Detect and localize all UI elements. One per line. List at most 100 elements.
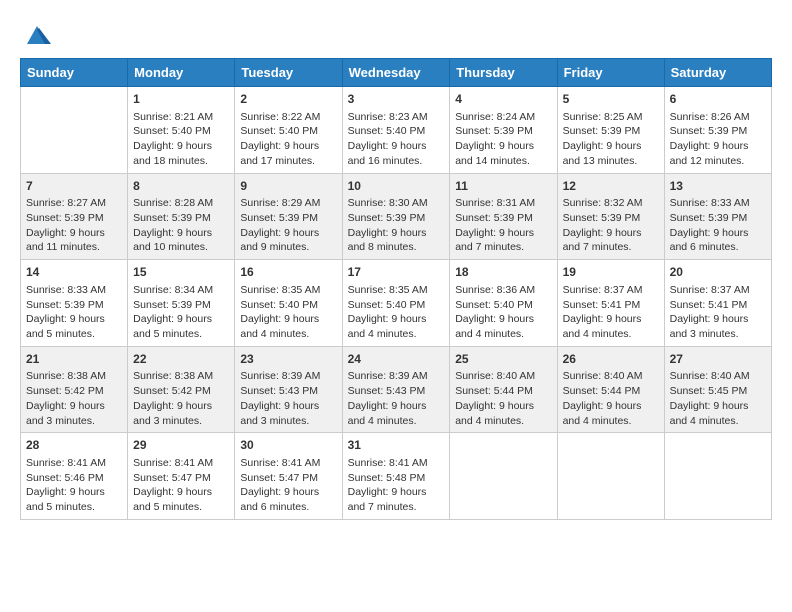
day-number: 12 xyxy=(563,178,659,195)
daylight: Daylight: 9 hours and 4 minutes. xyxy=(563,400,642,427)
sunrise: Sunrise: 8:31 AM xyxy=(455,197,535,209)
calendar-cell: 17Sunrise: 8:35 AMSunset: 5:40 PMDayligh… xyxy=(342,260,450,347)
sunrise: Sunrise: 8:24 AM xyxy=(455,111,535,123)
sunset: Sunset: 5:39 PM xyxy=(133,299,211,311)
calendar-cell: 9Sunrise: 8:29 AMSunset: 5:39 PMDaylight… xyxy=(235,173,342,260)
calendar-cell: 10Sunrise: 8:30 AMSunset: 5:39 PMDayligh… xyxy=(342,173,450,260)
calendar-cell: 15Sunrise: 8:34 AMSunset: 5:39 PMDayligh… xyxy=(128,260,235,347)
calendar-cell: 24Sunrise: 8:39 AMSunset: 5:43 PMDayligh… xyxy=(342,346,450,433)
sunrise: Sunrise: 8:41 AM xyxy=(348,457,428,469)
sunset: Sunset: 5:39 PM xyxy=(455,212,533,224)
sunrise: Sunrise: 8:32 AM xyxy=(563,197,643,209)
day-number: 10 xyxy=(348,178,445,195)
sunset: Sunset: 5:39 PM xyxy=(455,125,533,137)
sunset: Sunset: 5:41 PM xyxy=(670,299,748,311)
calendar-week-row: 14Sunrise: 8:33 AMSunset: 5:39 PMDayligh… xyxy=(21,260,772,347)
sunset: Sunset: 5:39 PM xyxy=(563,125,641,137)
header-sunday: Sunday xyxy=(21,59,128,87)
day-number: 25 xyxy=(455,351,551,368)
sunrise: Sunrise: 8:39 AM xyxy=(348,370,428,382)
sunrise: Sunrise: 8:41 AM xyxy=(26,457,106,469)
sunset: Sunset: 5:40 PM xyxy=(455,299,533,311)
day-number: 27 xyxy=(670,351,766,368)
calendar-cell: 5Sunrise: 8:25 AMSunset: 5:39 PMDaylight… xyxy=(557,87,664,174)
sunrise: Sunrise: 8:29 AM xyxy=(240,197,320,209)
logo-icon xyxy=(23,20,51,48)
logo-general xyxy=(20,20,51,48)
daylight: Daylight: 9 hours and 7 minutes. xyxy=(563,227,642,254)
page-header xyxy=(20,16,772,48)
sunset: Sunset: 5:42 PM xyxy=(26,385,104,397)
day-number: 5 xyxy=(563,91,659,108)
calendar-cell: 1Sunrise: 8:21 AMSunset: 5:40 PMDaylight… xyxy=(128,87,235,174)
sunset: Sunset: 5:39 PM xyxy=(240,212,318,224)
calendar-cell: 14Sunrise: 8:33 AMSunset: 5:39 PMDayligh… xyxy=(21,260,128,347)
day-number: 2 xyxy=(240,91,336,108)
daylight: Daylight: 9 hours and 12 minutes. xyxy=(670,140,749,167)
calendar-cell: 25Sunrise: 8:40 AMSunset: 5:44 PMDayligh… xyxy=(450,346,557,433)
day-number: 11 xyxy=(455,178,551,195)
calendar-cell: 30Sunrise: 8:41 AMSunset: 5:47 PMDayligh… xyxy=(235,433,342,520)
sunrise: Sunrise: 8:33 AM xyxy=(670,197,750,209)
sunrise: Sunrise: 8:35 AM xyxy=(240,284,320,296)
calendar-week-row: 28Sunrise: 8:41 AMSunset: 5:46 PMDayligh… xyxy=(21,433,772,520)
calendar-cell: 18Sunrise: 8:36 AMSunset: 5:40 PMDayligh… xyxy=(450,260,557,347)
daylight: Daylight: 9 hours and 4 minutes. xyxy=(455,313,534,340)
header-tuesday: Tuesday xyxy=(235,59,342,87)
header-saturday: Saturday xyxy=(664,59,771,87)
sunset: Sunset: 5:42 PM xyxy=(133,385,211,397)
day-number: 19 xyxy=(563,264,659,281)
sunrise: Sunrise: 8:22 AM xyxy=(240,111,320,123)
sunset: Sunset: 5:40 PM xyxy=(133,125,211,137)
sunrise: Sunrise: 8:40 AM xyxy=(563,370,643,382)
daylight: Daylight: 9 hours and 7 minutes. xyxy=(455,227,534,254)
day-number: 30 xyxy=(240,437,336,454)
calendar-cell: 3Sunrise: 8:23 AMSunset: 5:40 PMDaylight… xyxy=(342,87,450,174)
day-number: 8 xyxy=(133,178,229,195)
day-number: 18 xyxy=(455,264,551,281)
calendar-cell: 21Sunrise: 8:38 AMSunset: 5:42 PMDayligh… xyxy=(21,346,128,433)
sunrise: Sunrise: 8:39 AM xyxy=(240,370,320,382)
calendar: SundayMondayTuesdayWednesdayThursdayFrid… xyxy=(20,58,772,520)
sunrise: Sunrise: 8:35 AM xyxy=(348,284,428,296)
sunrise: Sunrise: 8:25 AM xyxy=(563,111,643,123)
calendar-cell: 29Sunrise: 8:41 AMSunset: 5:47 PMDayligh… xyxy=(128,433,235,520)
calendar-cell: 6Sunrise: 8:26 AMSunset: 5:39 PMDaylight… xyxy=(664,87,771,174)
calendar-cell xyxy=(21,87,128,174)
day-number: 1 xyxy=(133,91,229,108)
sunset: Sunset: 5:43 PM xyxy=(348,385,426,397)
day-number: 15 xyxy=(133,264,229,281)
sunrise: Sunrise: 8:28 AM xyxy=(133,197,213,209)
day-number: 20 xyxy=(670,264,766,281)
sunrise: Sunrise: 8:37 AM xyxy=(670,284,750,296)
daylight: Daylight: 9 hours and 10 minutes. xyxy=(133,227,212,254)
day-number: 13 xyxy=(670,178,766,195)
sunrise: Sunrise: 8:38 AM xyxy=(133,370,213,382)
daylight: Daylight: 9 hours and 7 minutes. xyxy=(348,486,427,513)
day-number: 29 xyxy=(133,437,229,454)
sunset: Sunset: 5:44 PM xyxy=(563,385,641,397)
calendar-cell: 2Sunrise: 8:22 AMSunset: 5:40 PMDaylight… xyxy=(235,87,342,174)
sunset: Sunset: 5:40 PM xyxy=(348,125,426,137)
calendar-cell: 22Sunrise: 8:38 AMSunset: 5:42 PMDayligh… xyxy=(128,346,235,433)
sunset: Sunset: 5:43 PM xyxy=(240,385,318,397)
day-number: 17 xyxy=(348,264,445,281)
daylight: Daylight: 9 hours and 16 minutes. xyxy=(348,140,427,167)
daylight: Daylight: 9 hours and 5 minutes. xyxy=(26,486,105,513)
calendar-cell: 20Sunrise: 8:37 AMSunset: 5:41 PMDayligh… xyxy=(664,260,771,347)
calendar-cell: 8Sunrise: 8:28 AMSunset: 5:39 PMDaylight… xyxy=(128,173,235,260)
daylight: Daylight: 9 hours and 5 minutes. xyxy=(133,313,212,340)
sunrise: Sunrise: 8:26 AM xyxy=(670,111,750,123)
daylight: Daylight: 9 hours and 4 minutes. xyxy=(455,400,534,427)
day-number: 21 xyxy=(26,351,122,368)
day-number: 9 xyxy=(240,178,336,195)
sunset: Sunset: 5:39 PM xyxy=(26,212,104,224)
sunset: Sunset: 5:40 PM xyxy=(240,125,318,137)
day-number: 28 xyxy=(26,437,122,454)
calendar-cell xyxy=(664,433,771,520)
calendar-cell: 23Sunrise: 8:39 AMSunset: 5:43 PMDayligh… xyxy=(235,346,342,433)
day-number: 31 xyxy=(348,437,445,454)
calendar-week-row: 7Sunrise: 8:27 AMSunset: 5:39 PMDaylight… xyxy=(21,173,772,260)
daylight: Daylight: 9 hours and 5 minutes. xyxy=(26,313,105,340)
calendar-cell xyxy=(450,433,557,520)
